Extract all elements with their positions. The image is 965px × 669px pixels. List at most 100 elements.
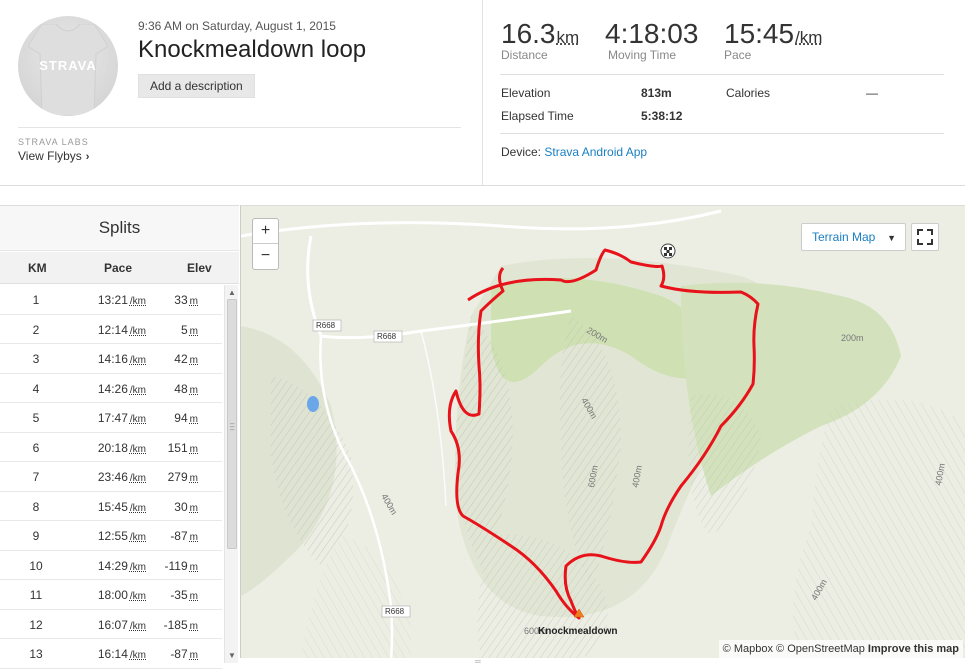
header-elev: Elev	[187, 261, 212, 275]
split-km: 10	[29, 558, 43, 573]
pace-unit: /km	[129, 502, 146, 514]
elev-unit: m	[189, 650, 198, 661]
split-pace: 16:07/km	[86, 618, 146, 632]
split-pace: 12:14/km	[86, 323, 146, 337]
elevation-label: Elevation	[501, 86, 551, 100]
split-pace: 14:29/km	[86, 559, 146, 573]
pace-unit: /km	[129, 473, 146, 484]
distance-unit: km	[556, 28, 580, 47]
elev-unit: m	[189, 384, 198, 396]
scrollbar-thumb[interactable]: – – –	[227, 299, 237, 549]
split-elev: 94 m	[160, 411, 198, 425]
distance-stat: 16.3km Distance	[501, 18, 579, 62]
scroll-up-icon[interactable]: ▲	[228, 288, 236, 297]
split-pace-value: 23:46	[97, 470, 128, 484]
split-elev: 30 m	[160, 500, 198, 514]
split-pace-value: 15:45	[97, 499, 128, 514]
splits-title: Splits	[0, 206, 239, 251]
activity-title: Knockmealdown loop	[138, 36, 367, 63]
split-elev-value: 48	[174, 381, 188, 396]
expand-icon	[917, 229, 933, 245]
calories-value: —	[866, 86, 878, 100]
fullscreen-button[interactable]	[911, 223, 939, 251]
device-link[interactable]: Strava Android App	[544, 145, 647, 159]
divider	[482, 0, 483, 185]
resize-grip-icon[interactable]: ═	[475, 657, 481, 666]
split-elev: -87 m	[160, 529, 198, 543]
zoom-out-button[interactable]: −	[253, 244, 278, 269]
pace-unit: /km	[129, 650, 146, 661]
split-pace: 15:45/km	[86, 500, 146, 514]
split-row: 3 14:16/km 42 m	[0, 344, 222, 374]
calories-label: Calories	[726, 86, 771, 100]
moving-time-label: Moving Time	[608, 48, 677, 62]
split-elev: 33 m	[160, 293, 198, 307]
elev-unit: m	[189, 355, 198, 366]
split-elev-value: 5	[180, 322, 188, 337]
split-elev-value: 42	[174, 352, 188, 366]
split-elev: -119 m	[160, 559, 198, 573]
split-elev: -35 m	[160, 588, 198, 602]
athlete-avatar[interactable]: STRAVA	[18, 16, 118, 116]
split-pace-value: 16:14	[97, 647, 128, 661]
split-row: 12 16:07/km -185 m	[0, 610, 222, 639]
split-elev-value: 94	[174, 411, 188, 425]
split-pace: 14:16/km	[86, 352, 146, 366]
divider	[18, 127, 461, 128]
view-flybys-link[interactable]: View Flybys ›	[18, 149, 89, 163]
split-km: 3	[32, 352, 40, 366]
road-label: R668	[377, 332, 397, 341]
split-elev-value: -35	[170, 588, 188, 602]
pace-label: Pace	[724, 48, 752, 62]
split-row: 11 18:00/km -35 m	[0, 580, 222, 610]
lake	[307, 396, 319, 412]
device-label: Device:	[501, 145, 542, 159]
pace-unit: /km	[129, 443, 146, 455]
caret-down-icon: ▼	[887, 233, 896, 243]
split-km: 8	[32, 499, 40, 514]
strava-logo: STRAVA	[39, 58, 97, 73]
elev-unit: m	[189, 591, 198, 602]
osm-link[interactable]: © OpenStreetMap	[776, 643, 865, 655]
splits-scrollbar[interactable]: ▲ – – – ▼	[224, 285, 238, 663]
elev-unit: m	[189, 296, 198, 307]
split-elev-value: 30	[174, 499, 188, 514]
divider	[500, 74, 944, 75]
pace-unit: /km	[129, 325, 146, 337]
split-pace: 16:14/km	[86, 647, 146, 661]
pace-value: 15:45	[724, 18, 795, 49]
split-km: 11	[29, 588, 43, 602]
split-elev: -185 m	[160, 618, 198, 632]
grip-icon: – – –	[230, 419, 235, 434]
split-elev-value: -119	[164, 558, 188, 573]
split-elev-value: 151	[167, 440, 188, 455]
mapbox-link[interactable]: © Mapbox	[723, 643, 773, 655]
split-elev-value: 33	[174, 293, 188, 307]
split-pace: 12:55/km	[86, 529, 146, 543]
split-row: 13 16:14/km -87 m	[0, 639, 222, 669]
split-pace-value: 12:14	[97, 322, 128, 337]
split-km: 12	[29, 617, 43, 632]
split-row: 4 14:26/km 48 m	[0, 374, 222, 403]
split-pace-value: 14:26	[97, 381, 128, 396]
split-row: 9 12:55/km -87 m	[0, 521, 222, 551]
route-map[interactable]: R668 R668 R668 200m 200m 400m 600m 400m …	[240, 205, 965, 658]
elevation-value: 813m	[641, 86, 672, 100]
distance-value: 16.3	[501, 18, 556, 49]
split-row: 8 15:45/km 30 m	[0, 492, 222, 521]
scroll-down-icon[interactable]: ▼	[228, 651, 236, 660]
pace-unit: /km	[129, 591, 146, 602]
add-description-button[interactable]: Add a description	[138, 74, 255, 98]
elev-unit: m	[189, 443, 198, 455]
zoom-in-button[interactable]: +	[253, 219, 278, 244]
terrain-map-dropdown[interactable]: Terrain Map ▼	[801, 223, 906, 251]
split-km: 4	[32, 381, 40, 396]
elev-unit: m	[189, 325, 198, 337]
improve-map-link[interactable]: Improve this map	[868, 643, 959, 655]
elev-unit: m	[189, 414, 198, 425]
device-info: Device: Strava Android App	[501, 145, 647, 159]
split-elev: -87 m	[160, 647, 198, 661]
split-km: 5	[32, 411, 40, 425]
strava-labs-label: STRAVA LABS	[18, 137, 89, 147]
elev-unit: m	[189, 561, 198, 573]
